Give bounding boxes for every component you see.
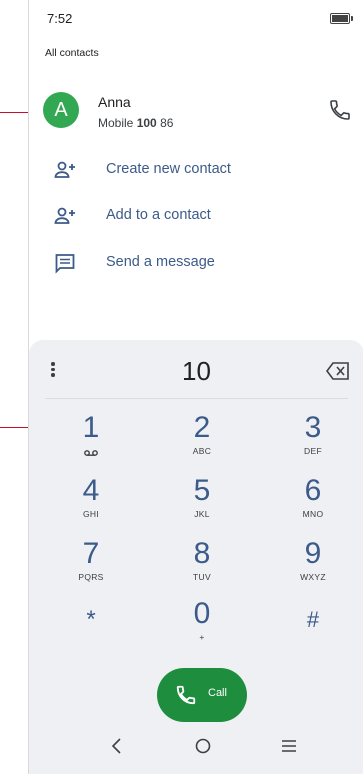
key-digit: 9	[304, 537, 322, 570]
key-letters: GHI	[82, 509, 99, 519]
status-bar: 7:52	[29, 0, 363, 36]
key-4[interactable]: 4 GHI	[46, 475, 136, 535]
key-digit: 4	[82, 474, 100, 507]
key-digit: 6	[304, 474, 322, 507]
key-digit: *	[86, 606, 96, 633]
contact-number-match: 100	[136, 116, 157, 130]
key-hash[interactable]: #	[268, 604, 358, 664]
key-digit: 3	[304, 411, 322, 444]
create-new-contact-label: Create new contact	[106, 161, 231, 177]
key-2[interactable]: 2 ABC	[157, 412, 247, 472]
key-letters: JKL	[194, 509, 210, 519]
add-person-icon	[54, 161, 75, 178]
key-digit: 1	[82, 411, 100, 444]
key-1[interactable]: 1	[46, 412, 136, 472]
avatar: A	[43, 92, 79, 128]
key-digit: 5	[193, 474, 211, 507]
battery-icon	[330, 13, 353, 24]
contact-name: Anna	[98, 94, 131, 110]
voicemail-icon	[84, 450, 98, 456]
key-digit: 8	[193, 537, 211, 570]
key-letters: WXYZ	[300, 572, 326, 582]
section-title: All contacts	[45, 47, 99, 59]
home-icon[interactable]	[193, 736, 213, 756]
contact-number-rest: 86	[156, 116, 174, 130]
key-letters: MNO	[302, 509, 324, 519]
key-star[interactable]: *	[46, 604, 136, 664]
key-8[interactable]: 8 TUV	[157, 538, 247, 598]
status-time: 7:52	[47, 11, 73, 26]
key-letters: +	[199, 632, 205, 642]
key-digit: 7	[82, 537, 100, 570]
call-label: Call	[208, 687, 227, 699]
message-icon	[55, 254, 75, 274]
recents-icon[interactable]	[279, 736, 299, 756]
key-5[interactable]: 5 JKL	[157, 475, 247, 535]
add-to-contact-action[interactable]: Add to a contact	[29, 196, 363, 236]
divider	[45, 398, 348, 399]
send-message-label: Send a message	[106, 254, 215, 270]
phone-screen: 7:52 All contacts A Anna Mobile 100 86 C…	[28, 0, 363, 774]
phone-icon[interactable]	[328, 98, 352, 122]
key-letters: ABC	[192, 446, 212, 456]
create-new-contact-action[interactable]: Create new contact	[29, 150, 363, 190]
add-person-icon	[54, 207, 75, 224]
contact-number-type: Mobile	[98, 116, 134, 130]
call-button[interactable]: Call	[157, 668, 247, 722]
key-digit: #	[306, 607, 320, 632]
add-to-contact-label: Add to a contact	[106, 207, 211, 223]
key-7[interactable]: 7 PQRS	[46, 538, 136, 598]
navigation-bar	[29, 720, 363, 774]
dialed-number[interactable]: 10	[29, 356, 363, 387]
key-3[interactable]: 3 DEF	[268, 412, 358, 472]
contact-number: Mobile 100 86	[98, 116, 173, 130]
phone-icon	[176, 685, 196, 705]
key-0[interactable]: 0 +	[157, 598, 247, 658]
key-9[interactable]: 9 WXYZ	[268, 538, 358, 598]
key-letters: PQRS	[78, 572, 104, 582]
key-digit: 2	[193, 411, 211, 444]
send-message-action[interactable]: Send a message	[29, 243, 363, 283]
key-letters: DEF	[304, 446, 322, 456]
key-letters: TUV	[193, 572, 211, 582]
back-icon[interactable]	[107, 736, 127, 756]
key-digit: 0	[193, 597, 211, 630]
backspace-icon[interactable]	[326, 362, 350, 380]
key-6[interactable]: 6 MNO	[268, 475, 358, 535]
contact-row[interactable]: A Anna Mobile 100 86	[29, 82, 363, 138]
dialpad: 10 1 2 ABC 3 DEF 4 GHI 5 JKL 6 MNO 7 PQR…	[29, 340, 363, 774]
